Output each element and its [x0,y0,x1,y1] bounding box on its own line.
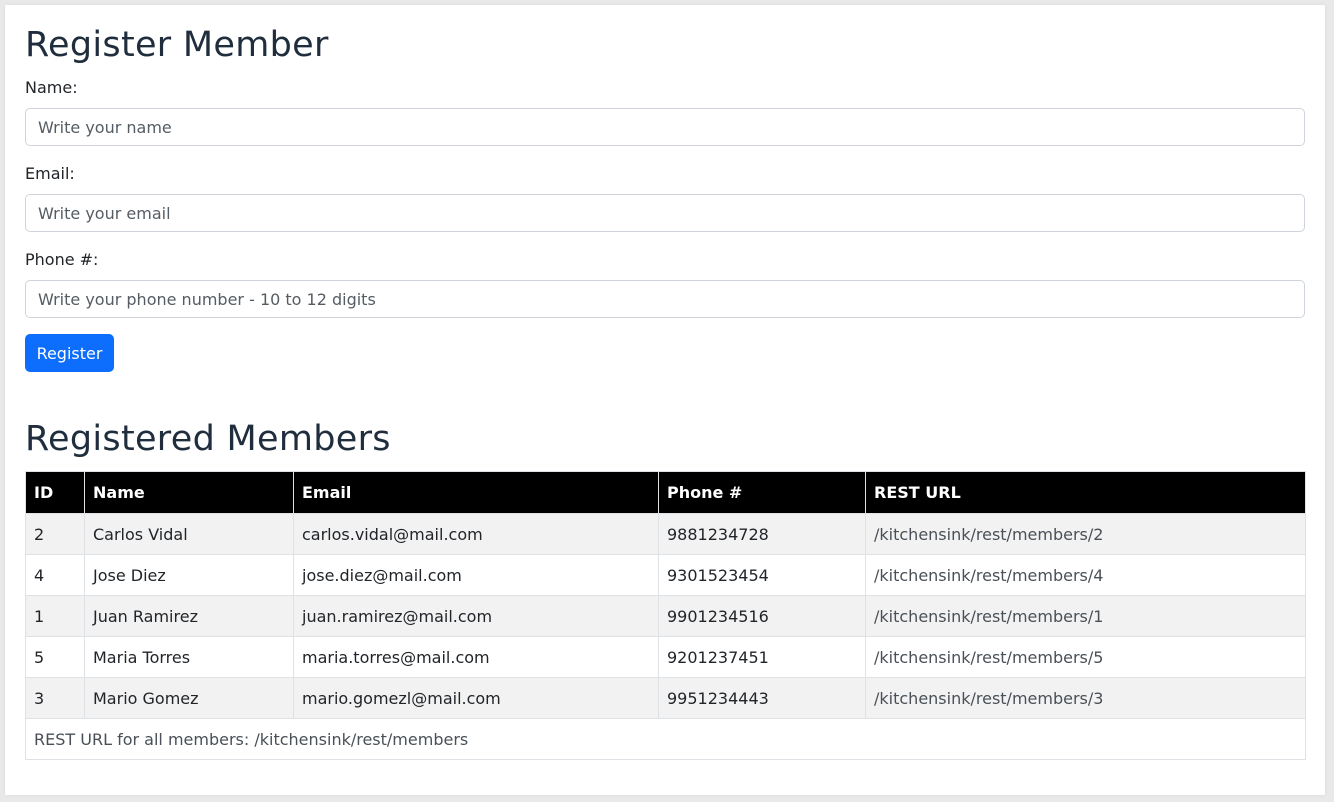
member-name: Jose Diez [84,554,294,596]
member-email: maria.torres@mail.com [293,636,659,678]
member-rest-url-link[interactable]: /kitchensink/rest/members/5 [874,648,1103,667]
member-rest-url-cell: /kitchensink/rest/members/1 [865,595,1306,637]
member-name: Maria Torres [84,636,294,678]
member-email: mario.gomezl@mail.com [293,677,659,719]
table-row: 2 Carlos Vidal carlos.vidal@mail.com 988… [25,513,1306,555]
table-header-row: ID Name Email Phone # REST URL [25,471,1306,514]
member-phone: 9881234728 [658,513,866,555]
member-email: jose.diez@mail.com [293,554,659,596]
member-rest-url-link[interactable]: /kitchensink/rest/members/1 [874,607,1103,626]
member-rest-url-link[interactable]: /kitchensink/rest/members/4 [874,566,1103,585]
header-email: Email [293,471,659,514]
member-rest-url-cell: /kitchensink/rest/members/4 [865,554,1306,596]
table-row: 3 Mario Gomez mario.gomezl@mail.com 9951… [25,677,1306,719]
members-table: ID Name Email Phone # REST URL 2 Carlos … [25,471,1306,760]
page-card: Register Member Name: Email: Phone #: Re… [5,5,1325,795]
rest-all-link[interactable]: /kitchensink/rest/members [254,730,468,749]
member-name: Mario Gomez [84,677,294,719]
member-name: Juan Ramirez [84,595,294,637]
member-phone: 9301523454 [658,554,866,596]
member-rest-url-link[interactable]: /kitchensink/rest/members/2 [874,525,1103,544]
name-input[interactable] [25,108,1305,146]
member-id: 2 [25,513,85,555]
header-id: ID [25,471,85,514]
member-phone: 9901234516 [658,595,866,637]
member-phone: 9201237451 [658,636,866,678]
rest-all-label: REST URL for all members: [34,729,250,749]
member-email: carlos.vidal@mail.com [293,513,659,555]
register-title: Register Member [25,25,329,65]
member-name: Carlos Vidal [84,513,294,555]
header-name: Name [84,471,294,514]
member-rest-url-link[interactable]: /kitchensink/rest/members/3 [874,689,1103,708]
rest-all-members: REST URL for all members: /kitchensink/r… [25,718,1306,760]
member-email: juan.ramirez@mail.com [293,595,659,637]
member-rest-url-cell: /kitchensink/rest/members/3 [865,677,1306,719]
name-label: Name: [25,78,78,97]
email-input[interactable] [25,194,1305,232]
table-footer-row: REST URL for all members: /kitchensink/r… [25,718,1306,760]
members-title: Registered Members [25,419,391,459]
header-phone: Phone # [658,471,866,514]
phone-label: Phone #: [25,250,99,269]
phone-input[interactable] [25,280,1305,318]
table-row: 4 Jose Diez jose.diez@mail.com 930152345… [25,554,1306,596]
member-phone: 9951234443 [658,677,866,719]
email-label: Email: [25,164,75,183]
member-id: 3 [25,677,85,719]
table-row: 5 Maria Torres maria.torres@mail.com 920… [25,636,1306,678]
member-id: 5 [25,636,85,678]
table-row: 1 Juan Ramirez juan.ramirez@mail.com 990… [25,595,1306,637]
member-id: 4 [25,554,85,596]
member-rest-url-cell: /kitchensink/rest/members/5 [865,636,1306,678]
header-rest-url: REST URL [865,471,1306,514]
member-rest-url-cell: /kitchensink/rest/members/2 [865,513,1306,555]
member-id: 1 [25,595,85,637]
register-button[interactable]: Register [25,334,114,372]
